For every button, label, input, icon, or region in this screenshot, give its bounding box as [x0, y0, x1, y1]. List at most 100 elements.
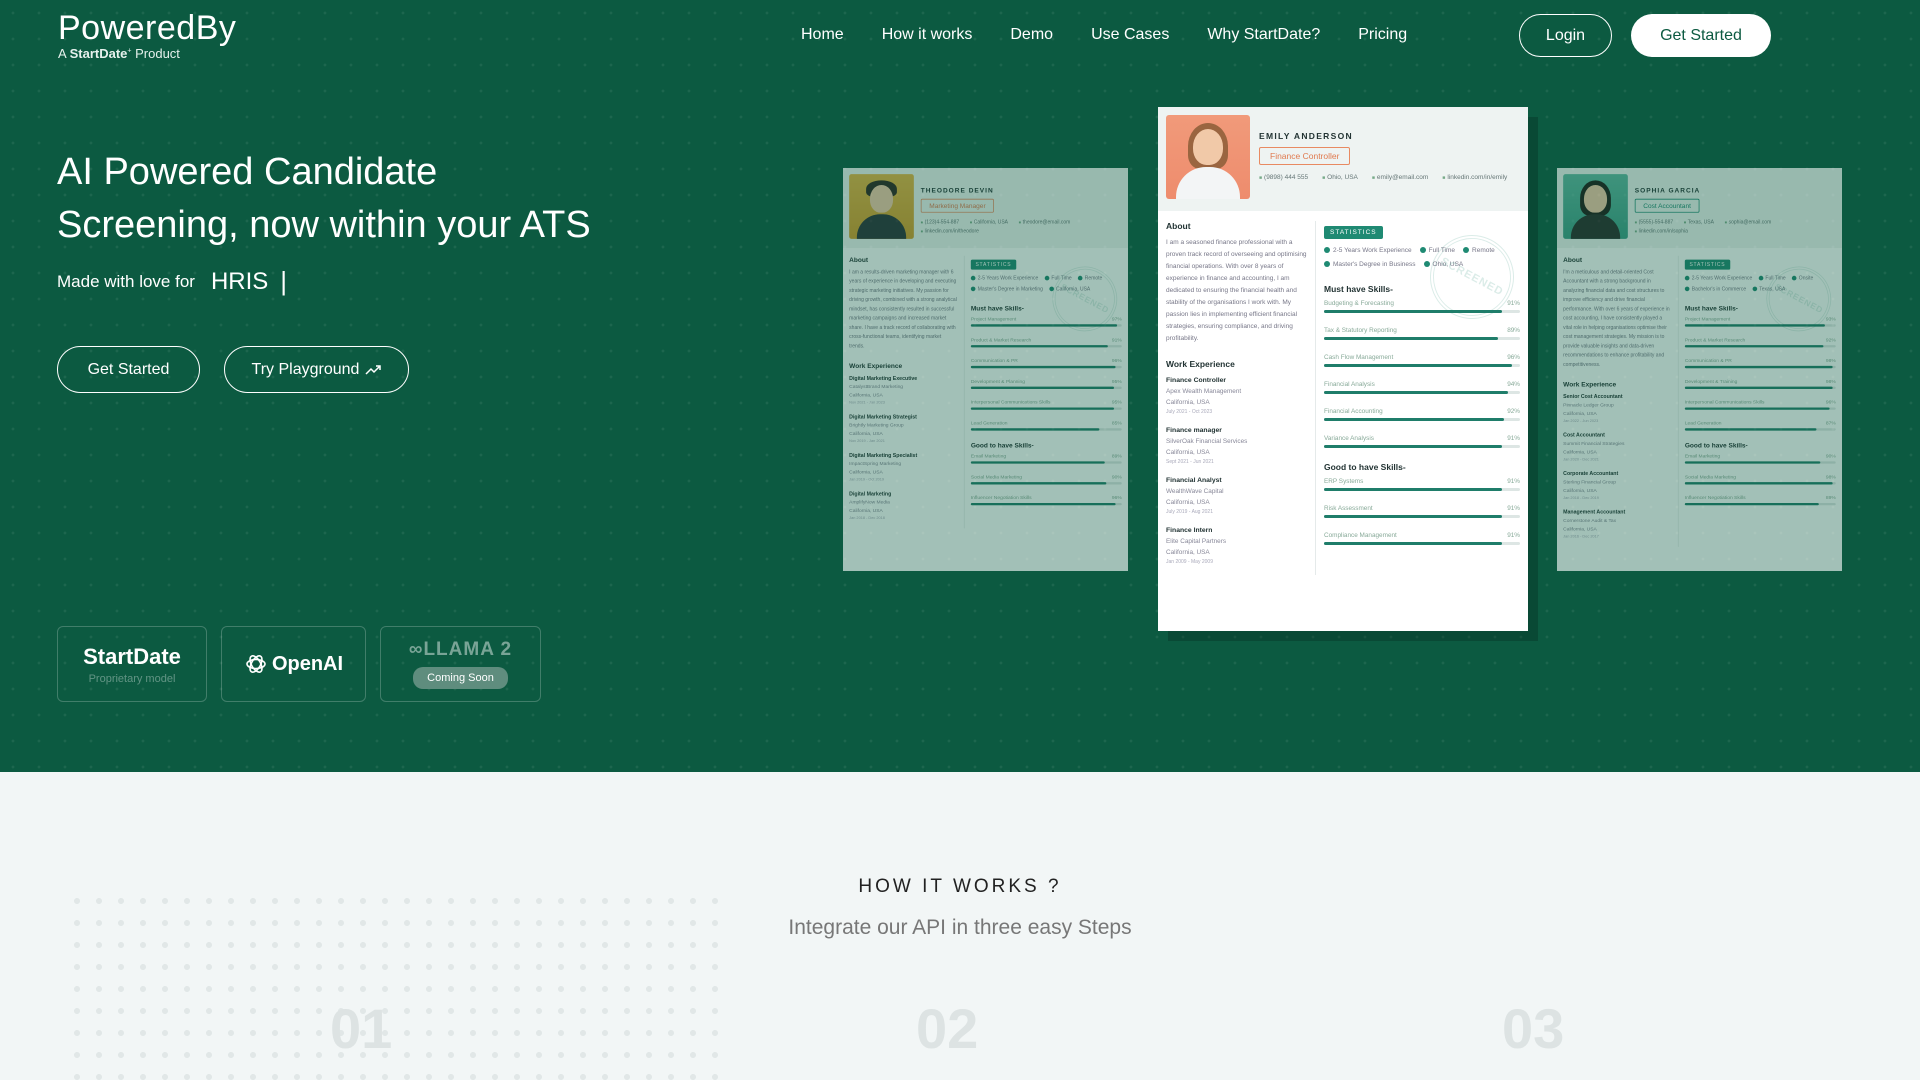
skill-percent: 91% — [1507, 505, 1520, 512]
skill-bar-fill — [970, 461, 1106, 464]
skill-percent: 90% — [1111, 474, 1122, 480]
skill-percent: 92% — [1825, 337, 1836, 343]
skill-bar-fill — [970, 502, 1116, 506]
model-card-openai[interactable]: OpenAI — [221, 626, 366, 702]
job-dates: Jan 2022 - Jun 2023 — [1563, 419, 1599, 424]
skill-name: Project Management — [970, 316, 1017, 322]
job-location: California, USA — [1563, 526, 1597, 533]
skill-name: Email Marketing — [970, 453, 1007, 460]
stat-item: 2-5 Years Work Experience — [971, 276, 1039, 281]
hero-tagline: Made with love for HRIS | — [57, 266, 287, 297]
skill-row: Development & Planning 95% — [970, 378, 1122, 389]
skill-bar — [1684, 407, 1836, 410]
nav-why-startdate[interactable]: Why StartDate? — [1207, 24, 1320, 46]
skill-bar-fill — [970, 407, 1115, 410]
skill-bar — [1324, 337, 1520, 340]
skill-bar-fill — [1684, 365, 1833, 369]
skill-bar — [1324, 418, 1520, 421]
model-card-startdate[interactable]: StartDate Proprietary model — [57, 626, 207, 702]
job-title: Digital Marketing Strategist — [849, 414, 917, 420]
skill-bar — [1684, 482, 1836, 485]
skill-name: ERP Systems — [1324, 478, 1364, 485]
skill-percent: 96% — [1825, 399, 1836, 406]
skill-percent: 94% — [1507, 381, 1520, 388]
logo[interactable]: PoweredBy A StartDate+ Product — [58, 8, 236, 61]
skill-percent: 96% — [1507, 354, 1520, 361]
logo-tagline-prefix: A — [58, 46, 66, 61]
hero-get-started-label: Get Started — [87, 360, 170, 378]
skill-bar-fill — [1324, 364, 1513, 367]
stat-item: 2-5 Years Work Experience — [1324, 247, 1412, 254]
step-number-1: 01 — [330, 997, 393, 1060]
trend-up-arrow-icon — [365, 364, 382, 375]
nav-use-cases[interactable]: Use Cases — [1091, 24, 1169, 46]
skill-name: Interpersonal Communications Skills — [970, 399, 1051, 406]
job-location: California, USA — [1563, 488, 1597, 494]
skill-percent: 95% — [1111, 378, 1122, 385]
skill-name: Lead Generation — [970, 420, 1008, 426]
good-skills-heading: Good to have Skills- — [970, 441, 1034, 450]
nav-pricing[interactable]: Pricing — [1358, 24, 1407, 46]
job-dates: Jan 2018 - Dec 2018 — [849, 516, 885, 521]
job-company: AmplifyNow Media — [849, 499, 890, 506]
skill-bar-fill — [970, 386, 1115, 389]
resume-header: SOPHIA GARCIA Cost Accountant (5555)-554… — [1557, 168, 1842, 249]
job-company: Pinnacle Ledger Group — [1563, 402, 1614, 409]
meta-infinity-icon: ∞ — [408, 639, 424, 660]
statistics-tag: STATISTICS — [1684, 259, 1730, 270]
hero-get-started-button[interactable]: Get Started — [57, 346, 200, 393]
try-playground-button[interactable]: Try Playground — [224, 346, 409, 393]
skill-name: Development & Training — [1684, 378, 1738, 385]
skill-name: Social Media Marketing — [1684, 474, 1736, 480]
skill-percent: 89% — [1111, 453, 1122, 460]
skill-bar-fill — [1324, 542, 1503, 545]
skill-percent: 90% — [1825, 453, 1836, 460]
work-heading: Work Experience — [1166, 359, 1235, 369]
candidate-photo — [1166, 115, 1250, 199]
skill-row: Financial Accounting 92% — [1324, 408, 1520, 421]
job-title: Digital Marketing — [849, 491, 892, 497]
job-title: Finance manager — [1166, 427, 1222, 434]
job-location: California, USA — [849, 392, 883, 399]
header-get-started-button[interactable]: Get Started — [1631, 14, 1771, 57]
contact-email: sophia@email.com — [1725, 220, 1772, 225]
must-skills-list: Budgeting & Forecasting 91% Tax & Statutor… — [1324, 300, 1520, 448]
login-button[interactable]: Login — [1519, 14, 1612, 57]
skill-name: Product & Market Research — [1684, 337, 1746, 343]
stat-item: Bachelor's in Commerce — [1685, 287, 1746, 292]
skill-bar — [970, 428, 1122, 431]
nav-how-it-works[interactable]: How it works — [882, 24, 973, 46]
contact-location: Texas, USA — [1684, 220, 1714, 225]
skill-bar-fill — [970, 482, 1107, 485]
candidate-role: Marketing Manager — [920, 198, 995, 213]
job-dates: Jan 2019 - Oct 2019 — [849, 477, 885, 483]
resume-card-center[interactable]: EMILY ANDERSON Finance Controller (9898)… — [1158, 107, 1528, 631]
skill-row: Lead Generation 85% — [970, 420, 1122, 431]
nav-demo[interactable]: Demo — [1010, 24, 1053, 46]
model-name-row: OpenAI — [244, 652, 343, 676]
nav-home[interactable]: Home — [801, 24, 844, 46]
skill-name: Project Management — [1684, 316, 1731, 322]
skill-row: Variance Analysis 91% — [1324, 435, 1520, 448]
job-location: California, USA — [849, 508, 883, 514]
about-text: I am a results-driven marketing manager … — [849, 269, 957, 349]
resume-card-left[interactable]: THEODORE DEVIN Marketing Manager (123)4-… — [843, 168, 1128, 571]
skill-bar-fill — [1684, 407, 1830, 410]
resume-card-right[interactable]: SOPHIA GARCIA Cost Accountant (5555)-554… — [1557, 168, 1842, 571]
skill-name: Social Media Marketing — [970, 474, 1022, 480]
skill-bar — [1684, 502, 1836, 506]
skill-bar — [1324, 488, 1520, 491]
good-skills-heading: Good to have Skills- — [1684, 441, 1748, 450]
hero-headline-line2: Screening, now within your ATS — [57, 204, 591, 246]
skill-name: Variance Analysis — [1324, 435, 1374, 442]
step-number-3: 03 — [1502, 997, 1565, 1060]
job-company: Elite Capital Partners — [1166, 538, 1227, 545]
skill-row: Email Marketing 90% — [1684, 453, 1836, 464]
skill-percent: 91% — [1507, 532, 1520, 539]
skill-bar-fill — [1684, 482, 1833, 485]
contact-location: California, USA — [970, 220, 1008, 225]
skill-name: Risk Assessment — [1324, 505, 1373, 512]
contact-linkedin: linkedin.com/in/theodore — [921, 229, 979, 234]
skill-percent: 91% — [1111, 337, 1122, 343]
job-entry: Finance Intern Elite Capital Partners Cali… — [1166, 525, 1307, 567]
